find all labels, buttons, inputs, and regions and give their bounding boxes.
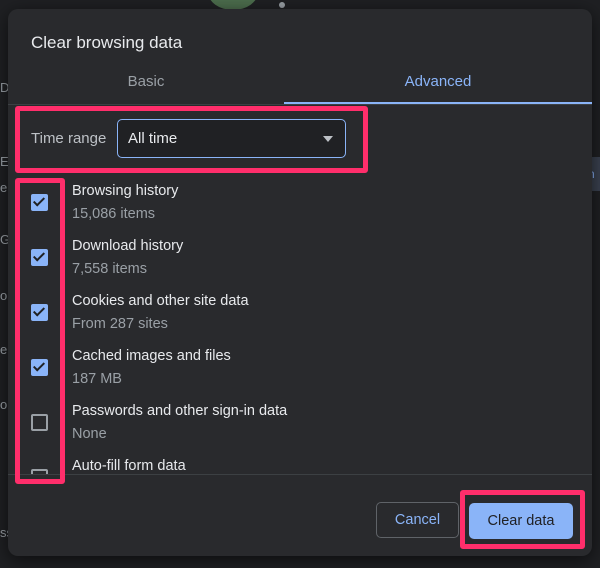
- download-history-checkbox[interactable]: [31, 249, 48, 266]
- background-text: o: [0, 288, 8, 303]
- background-text: e: [0, 180, 8, 195]
- checkmark-icon: [32, 359, 46, 372]
- item-subtitle: 15,086 items: [72, 206, 156, 222]
- checkmark-icon: [32, 249, 46, 262]
- cached-images-checkbox[interactable]: [31, 359, 48, 376]
- tab-advanced[interactable]: Advanced: [284, 67, 592, 99]
- data-type-list[interactable]: Browsing history 15,086 items Download h…: [8, 177, 592, 475]
- clear-data-button[interactable]: Clear data: [469, 503, 573, 539]
- tab-bar: Basic Advanced: [8, 67, 592, 104]
- dropdown-arrow-icon: [323, 136, 333, 142]
- checkmark-icon: [32, 194, 46, 207]
- item-title: Cookies and other site data: [72, 293, 249, 309]
- list-item: Passwords and other sign-in data None: [8, 397, 592, 452]
- divider: [8, 474, 592, 475]
- divider: [8, 104, 592, 105]
- time-range-label: Time range: [31, 130, 107, 147]
- item-subtitle: 7,558 items: [72, 261, 147, 277]
- list-item: Cached images and files 187 MB: [8, 342, 592, 397]
- time-range-select[interactable]: All time: [117, 119, 346, 158]
- background-text: o: [0, 397, 8, 412]
- passwords-checkbox[interactable]: [31, 414, 48, 431]
- tab-basic[interactable]: Basic: [8, 67, 284, 99]
- list-item: Auto-fill form data: [8, 452, 592, 475]
- item-title: Cached images and files: [72, 348, 231, 364]
- dialog-title: Clear browsing data: [31, 33, 183, 52]
- list-item: Download history 7,558 items: [8, 232, 592, 287]
- list-item: Browsing history 15,086 items: [8, 177, 592, 232]
- item-title: Auto-fill form data: [72, 458, 186, 474]
- item-title: Passwords and other sign-in data: [72, 403, 288, 419]
- clear-browsing-data-dialog: Clear browsing data Basic Advanced Time …: [8, 9, 592, 556]
- cookies-checkbox[interactable]: [31, 304, 48, 321]
- checkmark-icon: [32, 304, 46, 317]
- list-item: Cookies and other site data From 287 sit…: [8, 287, 592, 342]
- item-title: Download history: [72, 238, 184, 254]
- background-text: e: [0, 342, 8, 357]
- cancel-button[interactable]: Cancel: [376, 502, 459, 538]
- background-dot: [279, 2, 285, 8]
- item-subtitle: From 287 sites: [72, 316, 168, 332]
- item-subtitle: None: [72, 426, 107, 442]
- item-subtitle: 187 MB: [72, 371, 122, 387]
- time-range-value: All time: [128, 130, 178, 147]
- item-title: Browsing history: [72, 183, 179, 199]
- browsing-history-checkbox[interactable]: [31, 194, 48, 211]
